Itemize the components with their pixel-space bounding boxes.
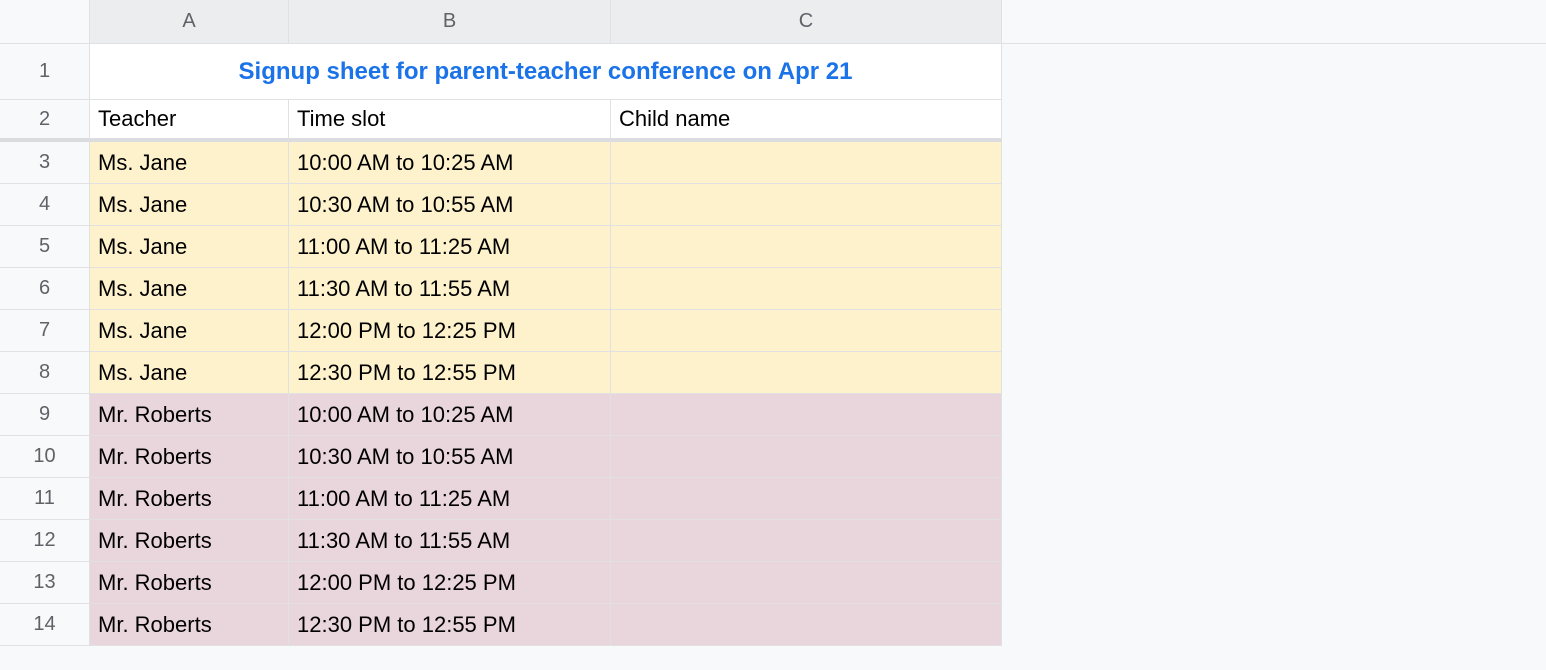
header-timeslot[interactable]: Time slot	[289, 100, 611, 142]
empty-cell	[1002, 436, 1546, 478]
empty-cell	[1002, 142, 1546, 184]
empty-cell	[1002, 520, 1546, 562]
empty-cell	[1002, 100, 1546, 142]
row-header-6[interactable]: 6	[0, 268, 90, 310]
column-header-c[interactable]: C	[611, 0, 1002, 44]
row-header-12[interactable]: 12	[0, 520, 90, 562]
cell-b5[interactable]: 11:00 AM to 11:25 AM	[289, 226, 611, 268]
title-cell[interactable]: Signup sheet for parent-teacher conferen…	[90, 44, 1002, 100]
cell-b7[interactable]: 12:00 PM to 12:25 PM	[289, 310, 611, 352]
row-header-13[interactable]: 13	[0, 562, 90, 604]
cell-b8[interactable]: 12:30 PM to 12:55 PM	[289, 352, 611, 394]
cell-a13[interactable]: Mr. Roberts	[90, 562, 289, 604]
cell-a10[interactable]: Mr. Roberts	[90, 436, 289, 478]
column-header-b[interactable]: B	[289, 0, 611, 44]
empty-cell	[1002, 478, 1546, 520]
cell-a7[interactable]: Ms. Jane	[90, 310, 289, 352]
header-childname[interactable]: Child name	[611, 100, 1002, 142]
cell-a11[interactable]: Mr. Roberts	[90, 478, 289, 520]
empty-cell	[1002, 604, 1546, 646]
column-header-a[interactable]: A	[90, 0, 289, 44]
cell-a12[interactable]: Mr. Roberts	[90, 520, 289, 562]
cell-c4[interactable]	[611, 184, 1002, 226]
cell-c6[interactable]	[611, 268, 1002, 310]
empty-cell	[1002, 226, 1546, 268]
empty-cell	[1002, 310, 1546, 352]
row-header-3[interactable]: 3	[0, 142, 90, 184]
cell-c14[interactable]	[611, 604, 1002, 646]
row-header-2[interactable]: 2	[0, 100, 90, 142]
empty-cell	[1002, 352, 1546, 394]
cell-c13[interactable]	[611, 562, 1002, 604]
cell-c9[interactable]	[611, 394, 1002, 436]
empty-cell	[1002, 184, 1546, 226]
cell-a6[interactable]: Ms. Jane	[90, 268, 289, 310]
cell-a3[interactable]: Ms. Jane	[90, 142, 289, 184]
empty-cell	[1002, 394, 1546, 436]
cell-a4[interactable]: Ms. Jane	[90, 184, 289, 226]
cell-b6[interactable]: 11:30 AM to 11:55 AM	[289, 268, 611, 310]
row-header-4[interactable]: 4	[0, 184, 90, 226]
cell-c5[interactable]	[611, 226, 1002, 268]
cell-c8[interactable]	[611, 352, 1002, 394]
cell-c12[interactable]	[611, 520, 1002, 562]
empty-cell	[1002, 44, 1546, 100]
cell-a5[interactable]: Ms. Jane	[90, 226, 289, 268]
spreadsheet-grid: A B C 1 Signup sheet for parent-teacher …	[0, 0, 1546, 646]
row-header-1[interactable]: 1	[0, 44, 90, 100]
empty-cell	[1002, 268, 1546, 310]
header-teacher[interactable]: Teacher	[90, 100, 289, 142]
row-header-8[interactable]: 8	[0, 352, 90, 394]
cell-c11[interactable]	[611, 478, 1002, 520]
cell-a14[interactable]: Mr. Roberts	[90, 604, 289, 646]
cell-b9[interactable]: 10:00 AM to 10:25 AM	[289, 394, 611, 436]
row-header-7[interactable]: 7	[0, 310, 90, 352]
cell-c3[interactable]	[611, 142, 1002, 184]
select-all-corner[interactable]	[0, 0, 90, 44]
row-header-10[interactable]: 10	[0, 436, 90, 478]
row-header-5[interactable]: 5	[0, 226, 90, 268]
cell-b12[interactable]: 11:30 AM to 11:55 AM	[289, 520, 611, 562]
row-header-9[interactable]: 9	[0, 394, 90, 436]
cell-b3[interactable]: 10:00 AM to 10:25 AM	[289, 142, 611, 184]
row-header-14[interactable]: 14	[0, 604, 90, 646]
cell-b10[interactable]: 10:30 AM to 10:55 AM	[289, 436, 611, 478]
column-header-empty	[1002, 0, 1546, 44]
cell-b11[interactable]: 11:00 AM to 11:25 AM	[289, 478, 611, 520]
cell-a8[interactable]: Ms. Jane	[90, 352, 289, 394]
empty-cell	[1002, 562, 1546, 604]
row-header-11[interactable]: 11	[0, 478, 90, 520]
cell-c7[interactable]	[611, 310, 1002, 352]
cell-b4[interactable]: 10:30 AM to 10:55 AM	[289, 184, 611, 226]
cell-c10[interactable]	[611, 436, 1002, 478]
cell-b14[interactable]: 12:30 PM to 12:55 PM	[289, 604, 611, 646]
cell-a9[interactable]: Mr. Roberts	[90, 394, 289, 436]
cell-b13[interactable]: 12:00 PM to 12:25 PM	[289, 562, 611, 604]
